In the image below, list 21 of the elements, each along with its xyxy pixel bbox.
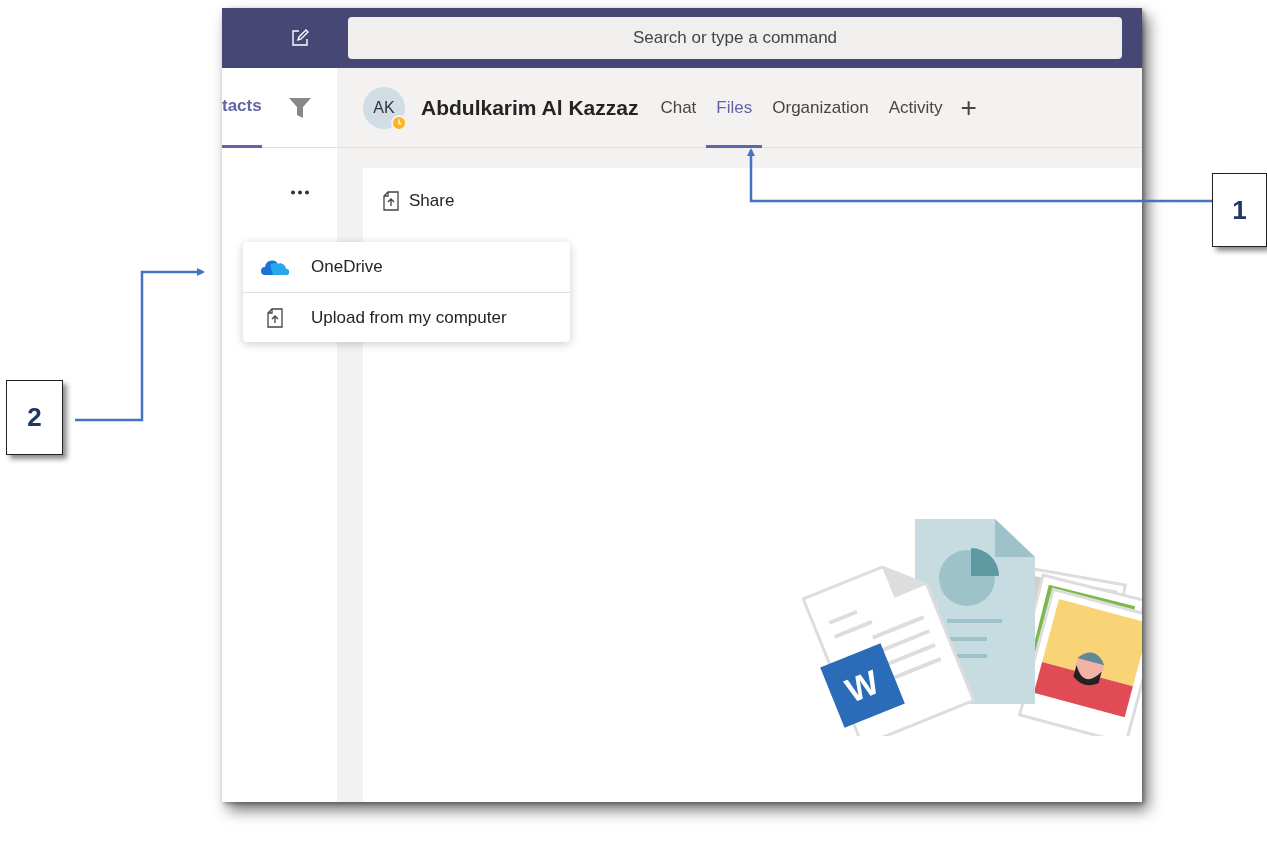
contacts-tab[interactable]: tacts xyxy=(222,67,262,148)
files-illustration-drawing: W xyxy=(797,516,1142,736)
nav-tab[interactable]: Files xyxy=(706,67,763,148)
more-options-icon[interactable] xyxy=(290,190,310,195)
menu-item[interactable]: OneDrive xyxy=(243,242,570,292)
share-button[interactable]: Share xyxy=(383,188,455,214)
callout-label: 1 xyxy=(1212,173,1267,247)
menu-item[interactable]: Upload from my computer xyxy=(243,292,570,342)
upload-file-icon xyxy=(267,307,283,328)
nav-tab[interactable]: Chat xyxy=(650,67,707,148)
nav-tab[interactable]: Activity xyxy=(878,67,953,148)
callout-label: 2 xyxy=(6,380,63,455)
contact-name: Abdulkarim Al Kazzaz xyxy=(421,94,639,121)
contact-avatar: AK xyxy=(363,86,405,129)
add-tab-button[interactable]: + xyxy=(952,86,985,129)
filter-icon[interactable] xyxy=(288,97,311,118)
search-field[interactable]: Search or type a command xyxy=(348,17,1122,59)
cloud-icon xyxy=(261,259,289,275)
upload-file-icon xyxy=(383,190,399,211)
nav-tab[interactable]: Organization xyxy=(762,67,879,148)
compose-icon[interactable] xyxy=(290,28,310,48)
